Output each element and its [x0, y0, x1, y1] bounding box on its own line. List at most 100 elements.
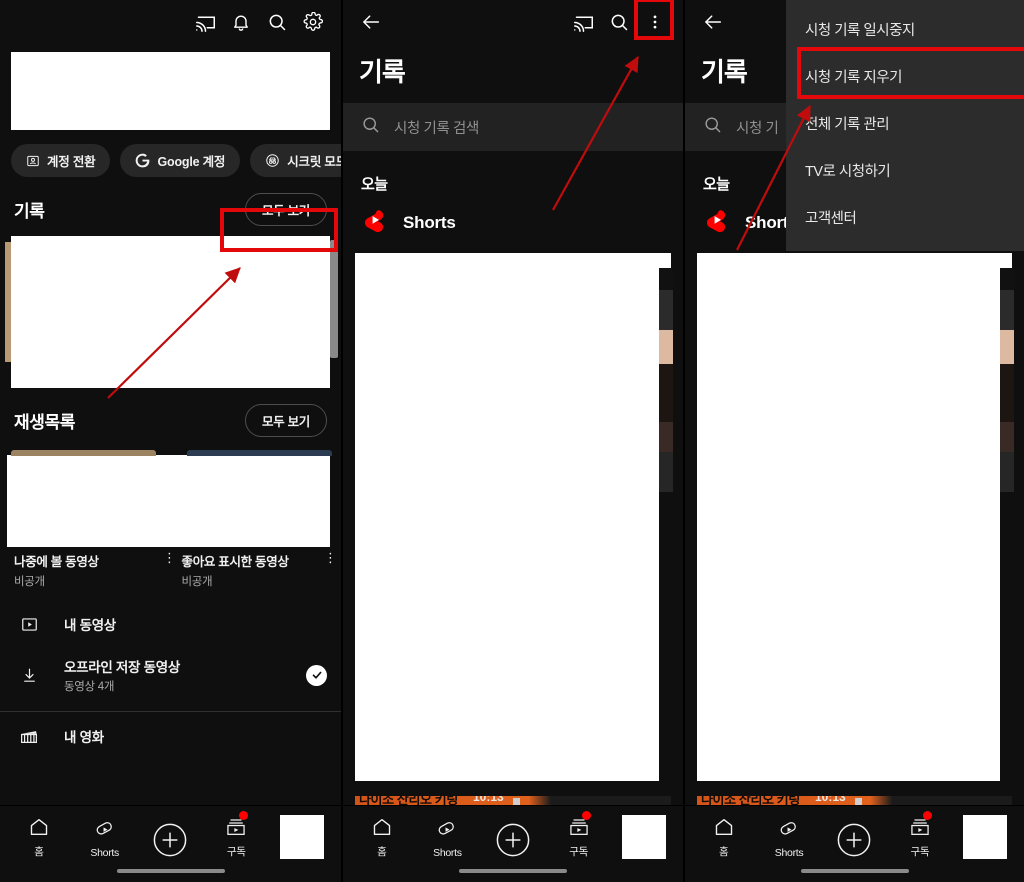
subscriptions-icon: [909, 811, 932, 840]
history-thumbnail-redacted[interactable]: [5, 236, 338, 388]
nav-create[interactable]: [825, 821, 883, 859]
google-g-icon: [135, 153, 150, 168]
back-arrow-icon[interactable]: [353, 4, 389, 40]
home-icon: [713, 814, 735, 840]
playlist-item[interactable]: 나중에 볼 동영상 비공개: [14, 553, 160, 589]
nav-home[interactable]: 홈: [695, 814, 753, 859]
search-placeholder: 시청 기: [736, 120, 779, 137]
switch-account-icon: [26, 154, 40, 168]
shorts-icon: [436, 817, 458, 843]
cast-icon[interactable]: [187, 4, 223, 40]
nav-subscriptions[interactable]: 구독: [207, 811, 265, 859]
nav-label: 홈: [34, 846, 44, 858]
nav-subscriptions[interactable]: 구독: [550, 811, 608, 859]
nav-home[interactable]: 홈: [353, 814, 411, 859]
nav-create[interactable]: [141, 821, 199, 859]
download-icon: [14, 666, 44, 685]
playlist-left-sliver: [7, 455, 11, 547]
nav-home[interactable]: 홈: [10, 814, 68, 859]
nav-avatar[interactable]: [273, 815, 331, 859]
row-my-movies[interactable]: 내 영화: [0, 712, 341, 757]
row-label: 오프라인 저장 동영상: [64, 660, 180, 676]
history-content-redacted: [355, 253, 671, 781]
history-see-all-button[interactable]: 모두 보기: [245, 193, 327, 226]
bottom-nav-panel2: 홈 Shorts 구독: [343, 805, 683, 882]
search-icon[interactable]: [259, 4, 295, 40]
search-icon: [361, 115, 380, 139]
search-icon: [703, 115, 722, 139]
create-plus-icon: [495, 821, 531, 859]
shorts-icon: [94, 817, 116, 843]
chip-label: 계정 전환: [47, 155, 96, 169]
bell-icon[interactable]: [223, 4, 259, 40]
chip-switch-account[interactable]: 계정 전환: [11, 144, 111, 177]
overflow-dropdown-menu[interactable]: 시청 기록 일시중지 시청 기록 지우기 전체 기록 관리 TV로 시청하기 고…: [786, 0, 1024, 251]
gesture-bar: [685, 863, 1024, 882]
playlist-meta-row: 나중에 볼 동영상 비공개 ⋮ 좋아요 표시한 동영상 비공개 ⋮: [0, 547, 341, 589]
shorts-label: Shorts: [403, 212, 456, 232]
home-icon: [371, 814, 393, 840]
shorts-icon: [778, 817, 800, 843]
create-plus-icon: [836, 821, 872, 859]
nav-label: Shorts: [90, 847, 119, 859]
history-card-right-peek: [330, 240, 338, 358]
nav-shorts[interactable]: Shorts: [76, 817, 134, 859]
today-label: 오늘: [361, 176, 388, 193]
chip-google-account[interactable]: Google 계정: [120, 144, 241, 177]
gear-icon[interactable]: [295, 4, 331, 40]
more-vertical-icon[interactable]: [637, 4, 673, 40]
nav-label: 구독: [910, 846, 930, 858]
row-offline-videos[interactable]: 오프라인 저장 동영상 동영상 4개: [0, 645, 341, 705]
history-search-input[interactable]: 시청 기록 검색: [343, 103, 683, 151]
subscriptions-badge-dot: [581, 811, 591, 820]
create-plus-icon: [152, 821, 188, 859]
chip-label: 시크릿 모드: [287, 155, 341, 169]
chip-incognito[interactable]: 시크릿 모드: [250, 144, 341, 177]
search-icon[interactable]: [601, 4, 637, 40]
nav-create[interactable]: [484, 821, 542, 859]
nav-subscriptions[interactable]: 구독: [891, 811, 949, 859]
playlists-see-all-button[interactable]: 모두 보기: [245, 404, 327, 437]
back-arrow-icon[interactable]: [695, 4, 731, 40]
nav-label: 홈: [377, 846, 387, 858]
nav-avatar[interactable]: [615, 815, 673, 859]
panel2-topbar: [343, 0, 683, 44]
menu-item-pause-history[interactable]: 시청 기록 일시중지: [786, 6, 1024, 53]
panel1-topbar: [0, 0, 341, 44]
shorts-logo-icon: [703, 206, 731, 239]
bottom-nav-panel1: 홈 Shorts 구독: [0, 805, 341, 882]
nav-avatar[interactable]: [956, 815, 1014, 859]
subscriptions-icon: [225, 811, 249, 840]
cut-entry-time: 10:13: [815, 796, 846, 804]
profile-banner-redacted: [11, 52, 330, 130]
menu-item-manage-all-history[interactable]: 전체 기록 관리: [786, 100, 1024, 147]
account-chips-row[interactable]: 계정 전환 Google 계정 시크릿 모드: [0, 130, 341, 177]
playlist-item[interactable]: 좋아요 표시한 동영상 비공개: [182, 553, 328, 589]
row-label: 내 영화: [64, 730, 104, 746]
panel-overflow-menu-open: 기록 시청 기 오늘 Shorts 다이소 산리오 키링 10:13 시청 기록…: [683, 0, 1024, 882]
playlist-subtitle: 비공개: [181, 576, 213, 589]
row-label: 내 동영상: [64, 618, 116, 634]
gesture-bar: [0, 863, 341, 882]
home-icon: [28, 814, 50, 840]
shorts-section-row[interactable]: Shorts: [343, 204, 683, 249]
row-my-videos[interactable]: 내 동영상: [0, 603, 341, 645]
menu-item-watch-on-tv[interactable]: TV로 시청하기: [786, 147, 1024, 194]
playlist-overflow-icon[interactable]: ⋮: [163, 551, 176, 564]
cast-icon[interactable]: [565, 4, 601, 40]
bottom-nav-panel3: 홈 Shorts 구독: [685, 805, 1024, 882]
avatar: [280, 815, 325, 859]
menu-item-clear-history[interactable]: 시청 기록 지우기: [786, 53, 1024, 100]
playlist-overflow-icon[interactable]: ⋮: [324, 551, 337, 564]
playlist-title: 좋아요 표시한 동영상: [181, 555, 289, 569]
playlist-thumbnails-redacted[interactable]: [7, 450, 332, 547]
playlists-section-header: 재생목록 모두 보기: [0, 388, 341, 447]
content-edge-strip: [659, 268, 673, 796]
nav-shorts[interactable]: Shorts: [418, 817, 476, 859]
nav-label: Shorts: [774, 847, 804, 859]
tutorial-screenshot-stage: 계정 전환 Google 계정 시크릿 모드 기록 모두 보기: [0, 0, 1024, 882]
menu-item-help[interactable]: 고객센터: [786, 194, 1024, 241]
row-sublabel: 동영상 4개: [64, 681, 115, 694]
subscriptions-icon: [568, 811, 591, 840]
nav-shorts[interactable]: Shorts: [760, 817, 818, 859]
